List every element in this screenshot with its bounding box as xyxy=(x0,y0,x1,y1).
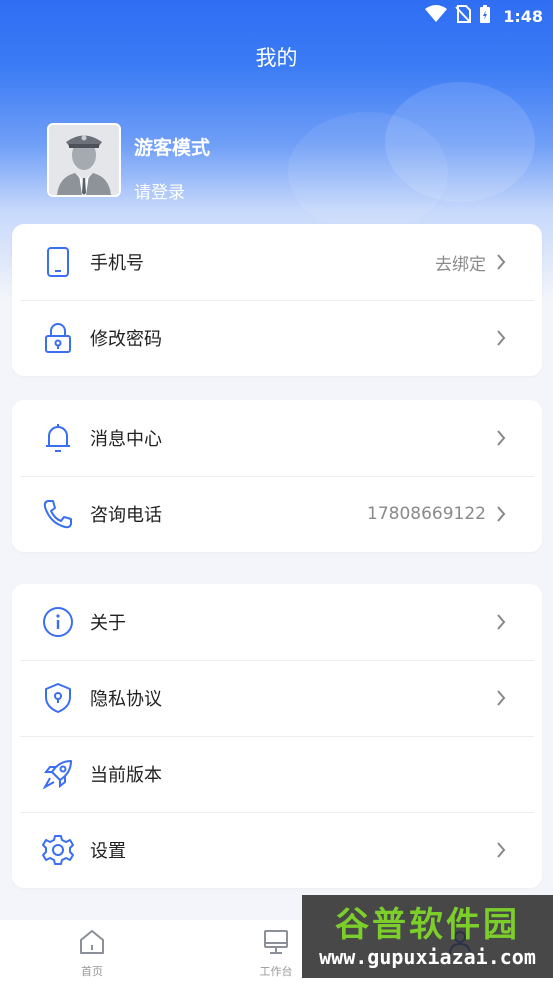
status-time: 1:48 xyxy=(503,6,543,26)
menu-item-messages[interactable]: 消息中心 xyxy=(12,400,542,476)
about-card: 关于 隐私协议 当前版本 设置 xyxy=(12,584,542,888)
chevron-right-icon xyxy=(496,429,508,447)
hotline-number: 17808669122 xyxy=(367,504,486,524)
no-sim-icon xyxy=(455,5,472,27)
menu-item-label: 消息中心 xyxy=(90,429,162,450)
watermark-url: www.gupuxiazai.com xyxy=(319,944,536,969)
account-card: 手机号 去绑定 修改密码 xyxy=(12,224,542,376)
chevron-right-icon xyxy=(496,841,508,859)
menu-item-label: 隐私协议 xyxy=(90,689,162,710)
chevron-right-icon xyxy=(496,613,508,631)
menu-item-label: 关于 xyxy=(90,613,126,634)
battery-icon xyxy=(479,4,491,28)
bell-icon xyxy=(42,422,74,454)
telephone-icon xyxy=(42,498,74,530)
menu-item-version[interactable]: 当前版本 xyxy=(12,736,542,812)
page-title: 我的 xyxy=(255,46,298,70)
avatar[interactable] xyxy=(47,123,121,197)
menu-item-label: 当前版本 xyxy=(90,765,162,786)
decor-bubble xyxy=(288,112,448,232)
tab-home[interactable]: 首页 xyxy=(0,920,184,983)
chevron-right-icon xyxy=(496,505,508,523)
login-link[interactable]: 请登录 xyxy=(134,178,210,203)
menu-item-label: 咨询电话 xyxy=(90,505,162,526)
profile-name: 游客模式 xyxy=(134,137,211,159)
chevron-right-icon xyxy=(496,329,508,347)
contact-card: 消息中心 咨询电话 17808669122 xyxy=(12,400,542,552)
watermark-logo: 谷普软件园 www.gupuxiazai.com xyxy=(302,895,553,978)
menu-item-privacy[interactable]: 隐私协议 xyxy=(12,660,542,736)
rocket-icon xyxy=(42,758,74,790)
phone-bind-status: 去绑定 xyxy=(435,254,486,275)
menu-item-phone[interactable]: 手机号 去绑定 xyxy=(12,224,542,300)
shield-icon xyxy=(42,682,74,714)
watermark-title: 谷普软件园 xyxy=(335,904,520,945)
chevron-right-icon xyxy=(496,253,508,271)
chevron-right-icon xyxy=(496,689,508,707)
info-icon xyxy=(42,606,74,638)
menu-item-hotline[interactable]: 咨询电话 17808669122 xyxy=(12,476,542,552)
phone-icon xyxy=(42,246,74,278)
profile-section[interactable]: 游客模式 请登录 xyxy=(47,123,210,203)
menu-item-settings[interactable]: 设置 xyxy=(12,812,542,888)
lock-icon xyxy=(42,322,74,354)
desktop-icon xyxy=(262,928,290,960)
gear-icon xyxy=(42,834,74,866)
menu-item-change-password[interactable]: 修改密码 xyxy=(12,300,542,376)
wifi-icon xyxy=(425,5,448,27)
home-icon xyxy=(78,928,106,960)
tab-label: 工作台 xyxy=(259,965,293,978)
menu-item-label: 修改密码 xyxy=(90,329,162,350)
menu-item-about[interactable]: 关于 xyxy=(12,584,542,660)
menu-item-label: 手机号 xyxy=(90,253,144,274)
menu-item-label: 设置 xyxy=(90,841,126,862)
status-bar: 1:48 xyxy=(0,0,553,32)
tab-label: 首页 xyxy=(81,965,103,978)
